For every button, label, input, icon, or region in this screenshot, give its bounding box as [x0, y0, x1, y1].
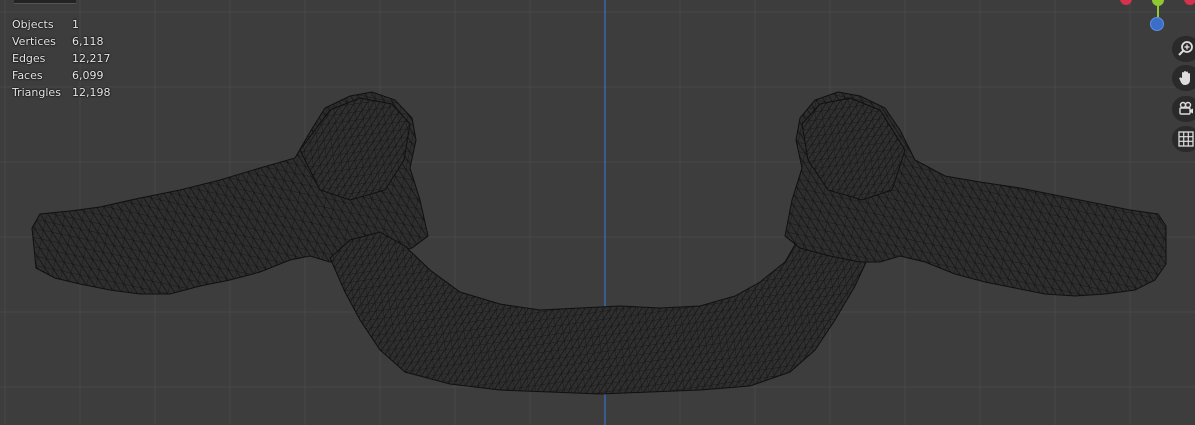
3d-viewport[interactable]: Objects 1 Vertices 6,118 Edges 12,217 Fa… [0, 0, 1195, 425]
stat-value: 6,099 [72, 69, 104, 82]
stat-row-triangles: Triangles 12,198 [12, 84, 111, 101]
mesh-center-body [329, 223, 869, 395]
statistics-overlay: Objects 1 Vertices 6,118 Edges 12,217 Fa… [12, 16, 111, 101]
grid-icon [1178, 131, 1194, 147]
camera-view-button[interactable] [1172, 96, 1195, 122]
stat-row-vertices: Vertices 6,118 [12, 33, 111, 50]
toggle-ortho-button[interactable] [1172, 126, 1195, 152]
stat-label: Vertices [12, 35, 56, 48]
header-region [14, 0, 76, 4]
stat-row-faces: Faces 6,099 [12, 67, 111, 84]
mesh-object[interactable] [31, 91, 1167, 395]
hand-icon [1179, 71, 1190, 85]
stat-row-edges: Edges 12,217 [12, 50, 111, 67]
pan-button[interactable] [1172, 65, 1195, 91]
zoom-button[interactable] [1172, 36, 1195, 62]
stat-value: 12,217 [72, 52, 111, 65]
stat-label: Faces [12, 69, 43, 82]
stat-label: Triangles [12, 86, 61, 99]
stat-value: 6,118 [72, 35, 104, 48]
stat-label: Edges [12, 52, 46, 65]
stat-row-objects: Objects 1 [12, 16, 111, 33]
stat-value: 1 [72, 18, 79, 31]
gizmo-z-axis-dot[interactable] [1150, 17, 1164, 31]
stat-label: Objects [12, 18, 54, 31]
viewport-canvas[interactable] [0, 0, 1195, 425]
zoom-icon [1178, 41, 1193, 56]
camera-icon [1179, 101, 1193, 115]
stat-value: 12,198 [72, 86, 111, 99]
